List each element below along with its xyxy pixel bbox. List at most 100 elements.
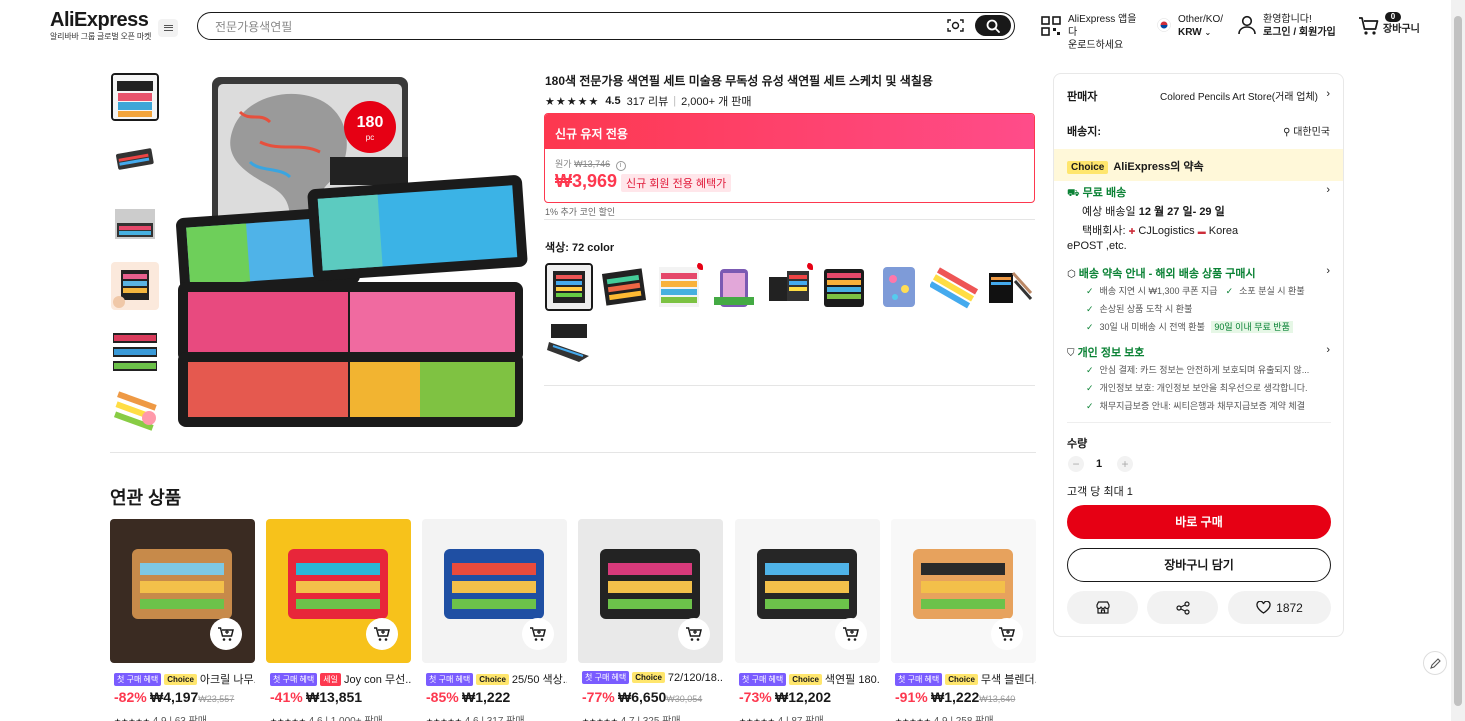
main-product-image[interactable]: 180 pc xyxy=(170,72,530,432)
product-card-price: -73% ₩12,202 xyxy=(739,689,831,705)
ship-to-row[interactable]: 배송지: ⚲ 대한민국 xyxy=(1067,123,1330,139)
thumbnail-6[interactable] xyxy=(111,388,159,436)
product-card-image[interactable] xyxy=(891,519,1036,663)
sale-price: ₩13,851 xyxy=(306,689,363,705)
privacy-guarantee: 채무지급보증 안내: 씨티은행과 채무지급보증 계약 체결 xyxy=(1099,401,1305,411)
shield-icon: ⬡ xyxy=(1067,269,1076,280)
login-signup-link[interactable]: 로그인 / 회원가입 xyxy=(1263,26,1343,39)
thumbnail-5[interactable] xyxy=(111,325,159,373)
product-card-rating: ★★★★★ 4.9 | 63 판매 xyxy=(114,712,207,721)
product-card[interactable]: 첫 구매 혜택Choice색연필 180... -73% ₩12,202 ★★★★★… xyxy=(735,519,880,721)
color-option-2[interactable] xyxy=(600,263,648,311)
sale-price: ₩1,222 xyxy=(462,689,511,705)
image-search-icon[interactable] xyxy=(947,18,964,33)
add-to-cart-icon[interactable] xyxy=(991,618,1023,650)
product-card-title-line: 첫 구매 혜택 Choice 색연필 180... xyxy=(739,671,880,687)
courier-korea: Korea xyxy=(1208,225,1239,237)
svg-text:180: 180 xyxy=(357,114,384,131)
color-option-3[interactable] xyxy=(655,263,703,311)
search-input[interactable] xyxy=(215,19,915,35)
page-scrollbar[interactable] xyxy=(1451,0,1465,721)
add-to-cart-icon[interactable] xyxy=(835,618,867,650)
product-card[interactable]: 첫 구매 혜택세일Joy con 무선... -41% ₩13,851 ★★★★★ … xyxy=(266,519,411,721)
search-button[interactable] xyxy=(975,15,1011,36)
first-purchase-tag: 첫 구매 혜택 xyxy=(739,672,787,686)
product-card-name: Joy con 무선... xyxy=(343,674,411,686)
scrollbar-thumb[interactable] xyxy=(1454,16,1462,706)
color-option-8[interactable] xyxy=(930,263,978,311)
pencil-icon xyxy=(1429,657,1441,669)
free-shipping-row[interactable]: ⛟ 무료 배송 › xyxy=(1067,184,1330,201)
quantity-decrease-button[interactable]: − xyxy=(1068,456,1084,472)
add-to-cart-button[interactable]: 장바구니 담기 xyxy=(1067,548,1331,582)
product-card-image[interactable] xyxy=(110,519,255,663)
share-button[interactable] xyxy=(1147,591,1218,624)
korea-flag-icon xyxy=(1157,18,1171,32)
color-option-6[interactable] xyxy=(820,263,868,311)
product-card-price: -77% ₩6,650₩30,054 xyxy=(582,689,702,705)
product-card[interactable]: 첫 구매 혜택 Choice 72/120/18... -77% ₩6,650₩30,… xyxy=(578,519,723,721)
thumbnail-1[interactable] xyxy=(111,73,159,121)
product-card-image[interactable] xyxy=(735,519,880,663)
thumbnail-4[interactable] xyxy=(111,262,159,310)
sold-count: 87 판매 xyxy=(791,716,823,721)
color-option-9[interactable] xyxy=(985,263,1033,311)
delivery-guarantee-row[interactable]: ⬡ 배송 약속 안내 - 해외 배송 상품 구매시 › xyxy=(1067,265,1330,281)
product-card[interactable]: 첫 구매 혜택Choice아크릴 나무... -82% ₩4,197₩23,557… xyxy=(110,519,255,721)
seller-name[interactable]: Colored Pencils Art Store(거래 업체) xyxy=(1160,88,1318,103)
choice-tag: Choice xyxy=(789,673,822,685)
product-card[interactable]: 첫 구매 혜택Choice무색 블렌더... -91% ₩1,222₩13,640… xyxy=(891,519,1036,721)
buy-now-button[interactable]: 바로 구매 xyxy=(1067,505,1331,539)
discount-percent: -77% xyxy=(582,689,615,705)
delivery-dates: 12 월 27 일- 29 일 xyxy=(1138,206,1225,218)
product-card-image[interactable] xyxy=(422,519,567,663)
sale-price: ₩6,650 xyxy=(618,689,667,705)
thumbnail-3[interactable] xyxy=(111,199,159,247)
store-button[interactable] xyxy=(1067,591,1138,624)
logo-subtitle: 알리바바 그룹 글로벌 오픈 마켓 xyxy=(50,32,152,41)
color-option-4[interactable] xyxy=(710,263,758,311)
product-card-name: 색연필 180... xyxy=(824,674,880,686)
product-card[interactable]: 첫 구매 혜택Choice25/50 색상...-85% ₩1,222★★★★★… xyxy=(422,519,567,721)
user-icon xyxy=(1238,15,1256,35)
sale-tag: 세일 xyxy=(320,672,341,686)
thumbnail-2[interactable] xyxy=(111,136,159,184)
discount-percent: -82% xyxy=(114,689,147,705)
review-count[interactable]: 317 리뷰 xyxy=(627,93,669,109)
rating-value: 4 xyxy=(778,716,784,721)
check-icon: ✓ xyxy=(1086,365,1094,375)
add-to-cart-icon[interactable] xyxy=(678,618,710,650)
sold-count: 325 판매 xyxy=(643,716,681,721)
quantity-value[interactable]: 1 xyxy=(1096,458,1102,470)
color-option-72[interactable] xyxy=(545,263,593,311)
color-option-5[interactable] xyxy=(765,263,813,311)
ship-to-label: 배송지: xyxy=(1067,126,1102,138)
quantity-increase-button[interactable]: + xyxy=(1117,456,1133,472)
rating-value: 4.9 xyxy=(153,716,167,721)
add-to-cart-icon[interactable] xyxy=(210,618,242,650)
aliexpress-logo[interactable]: AliExpress 알리바바 그룹 글로벌 오픈 마켓 xyxy=(50,9,151,42)
color-option-10[interactable] xyxy=(545,318,593,366)
product-card-image[interactable] xyxy=(578,519,723,663)
product-card-rating: ★★★★★ 4.9 | 258 판매 xyxy=(895,712,994,721)
add-to-cart-icon[interactable] xyxy=(366,618,398,650)
discount-percent: -41% xyxy=(270,689,303,705)
product-card-name: 무색 블렌더... xyxy=(980,674,1036,686)
hot-flame-icon xyxy=(807,263,813,270)
logo-text: AliExpress xyxy=(50,9,149,31)
product-card-image[interactable] xyxy=(266,519,411,663)
chevron-right-icon: › xyxy=(1326,184,1330,196)
edit-feedback-button[interactable] xyxy=(1423,651,1447,675)
menu-icon[interactable] xyxy=(158,19,178,37)
discount-percent: -91% xyxy=(895,689,928,705)
wishlist-button[interactable]: 1872 xyxy=(1228,591,1331,624)
privacy-row[interactable]: ⛉ 개인 정보 보호 › xyxy=(1067,344,1330,360)
choice-promise-text: AliExpress의 약속 xyxy=(1113,161,1204,173)
sold-count: 2,000+ 개 판매 xyxy=(681,96,752,108)
add-to-cart-icon[interactable] xyxy=(522,618,554,650)
original-price: ₩30,054 xyxy=(666,694,703,704)
seller-row[interactable]: 판매자 Colored Pencils Art Store(거래 업체) › xyxy=(1067,88,1330,104)
related-products-title: 연관 상품 xyxy=(110,488,182,508)
info-icon[interactable]: i xyxy=(615,161,626,171)
color-option-7[interactable] xyxy=(875,263,923,311)
